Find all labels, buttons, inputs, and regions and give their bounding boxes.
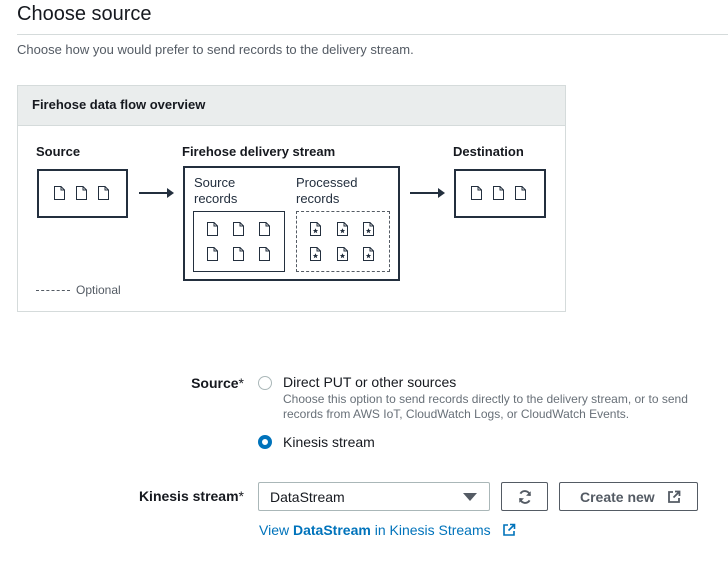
overview-header: Firehose data flow overview	[18, 86, 565, 126]
radio-direct-put[interactable]	[258, 376, 272, 390]
document-icon	[493, 186, 504, 200]
processed-records-label: Processed records	[296, 175, 358, 206]
star-document-icon	[310, 247, 321, 261]
source-box	[37, 169, 128, 218]
destination-box	[454, 169, 546, 218]
document-icon	[233, 222, 244, 236]
optional-dashed-line	[36, 290, 70, 291]
star-document-icon	[337, 222, 348, 236]
source-records-box	[193, 211, 285, 272]
document-icon	[233, 247, 244, 261]
document-icon	[76, 186, 87, 200]
kinesis-stream-selected-value: DataStream	[270, 489, 345, 505]
document-icon	[515, 186, 526, 200]
radio-kinesis-stream-label[interactable]: Kinesis stream	[283, 434, 375, 450]
right-arrow-icon	[139, 188, 174, 198]
diagram-stream-label: Firehose delivery stream	[182, 144, 336, 159]
radio-kinesis-stream[interactable]	[258, 435, 272, 449]
caret-down-icon	[463, 493, 477, 501]
title-divider	[17, 34, 728, 35]
radio-direct-put-label[interactable]: Direct PUT or other sources	[283, 374, 456, 390]
document-icon	[207, 222, 218, 236]
data-flow-overview-panel: Firehose data flow overview Source Fireh…	[17, 85, 566, 312]
external-link-icon	[502, 523, 515, 536]
refresh-button[interactable]	[501, 482, 548, 511]
star-document-icon	[363, 222, 374, 236]
star-document-icon	[337, 247, 348, 261]
create-new-label: Create new	[580, 489, 655, 505]
view-stream-link[interactable]: View DataStream in Kinesis Streams	[259, 521, 516, 538]
radio-direct-put-description: Choose this option to send records direc…	[283, 392, 688, 421]
document-icon	[207, 247, 218, 261]
external-link-icon	[668, 490, 681, 503]
document-icon	[98, 186, 109, 200]
overview-title: Firehose data flow overview	[32, 97, 206, 112]
right-arrow-icon	[410, 188, 445, 198]
source-field-label: Source*	[191, 375, 244, 391]
diagram-source-label: Source	[36, 144, 81, 159]
page-title: Choose source	[17, 3, 152, 25]
source-records-label: Source records	[194, 175, 238, 206]
delivery-stream-box: Source records Processed records	[183, 166, 400, 281]
optional-legend: Optional	[76, 283, 121, 297]
star-document-icon	[363, 247, 374, 261]
document-icon	[54, 186, 65, 200]
processed-records-box	[296, 211, 390, 272]
kinesis-stream-select[interactable]: DataStream	[258, 482, 490, 511]
document-icon	[259, 247, 270, 261]
page-description: Choose how you would prefer to send reco…	[17, 42, 414, 57]
kinesis-stream-field-label: Kinesis stream*	[138, 488, 244, 504]
diagram-destination-label: Destination	[453, 144, 524, 159]
refresh-icon	[519, 490, 531, 504]
document-icon	[259, 222, 270, 236]
document-icon	[471, 186, 482, 200]
star-document-icon	[310, 222, 321, 236]
create-new-button[interactable]: Create new	[559, 482, 698, 511]
